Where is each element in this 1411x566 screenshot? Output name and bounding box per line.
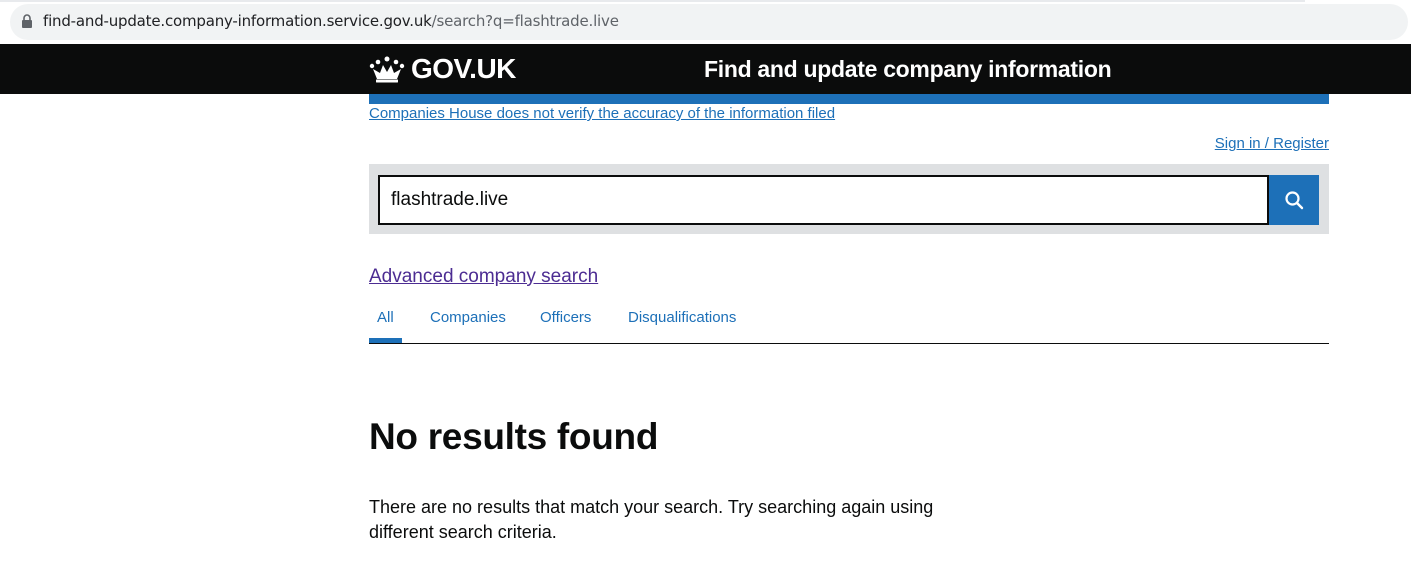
- header-blue-bar: [369, 94, 1329, 104]
- search-icon: [1285, 191, 1304, 210]
- lock-icon[interactable]: [21, 14, 33, 28]
- url-text[interactable]: find-and-update.company-information.serv…: [43, 12, 619, 30]
- govuk-header: GOV.UK Find and update company informati…: [0, 44, 1411, 94]
- search-category-tabs: All Companies Officers Disqualifications: [369, 300, 1329, 344]
- selected-tab-indicator: [369, 338, 402, 343]
- tab-disqualifications[interactable]: Disqualifications: [628, 309, 736, 326]
- search-input[interactable]: [378, 175, 1269, 225]
- disclaimer-link[interactable]: Companies House does not verify the accu…: [369, 105, 835, 122]
- advanced-company-search-link[interactable]: Advanced company search: [369, 266, 598, 288]
- sign-in-register-link[interactable]: Sign in / Register: [1215, 135, 1329, 152]
- crown-icon: [369, 56, 405, 83]
- browser-address-bar: find-and-update.company-information.serv…: [0, 0, 1411, 44]
- url-host: find-and-update.company-information.serv…: [43, 12, 432, 30]
- url-path: /search?q=flashtrade.live: [431, 12, 619, 30]
- search-button[interactable]: [1269, 175, 1319, 225]
- service-name-link[interactable]: Find and update company information: [704, 56, 1112, 83]
- no-results-heading: No results found: [369, 416, 659, 457]
- search-panel: [369, 164, 1329, 234]
- govuk-logotype: GOV.UK: [411, 53, 516, 84]
- no-results-message: There are no results that match your sea…: [369, 497, 934, 542]
- govuk-logo-link[interactable]: GOV.UK: [369, 53, 516, 84]
- tab-all[interactable]: All: [377, 309, 394, 326]
- tab-officers[interactable]: Officers: [540, 309, 591, 326]
- tab-strip-edge: [0, 0, 1305, 2]
- tab-companies[interactable]: Companies: [430, 309, 506, 326]
